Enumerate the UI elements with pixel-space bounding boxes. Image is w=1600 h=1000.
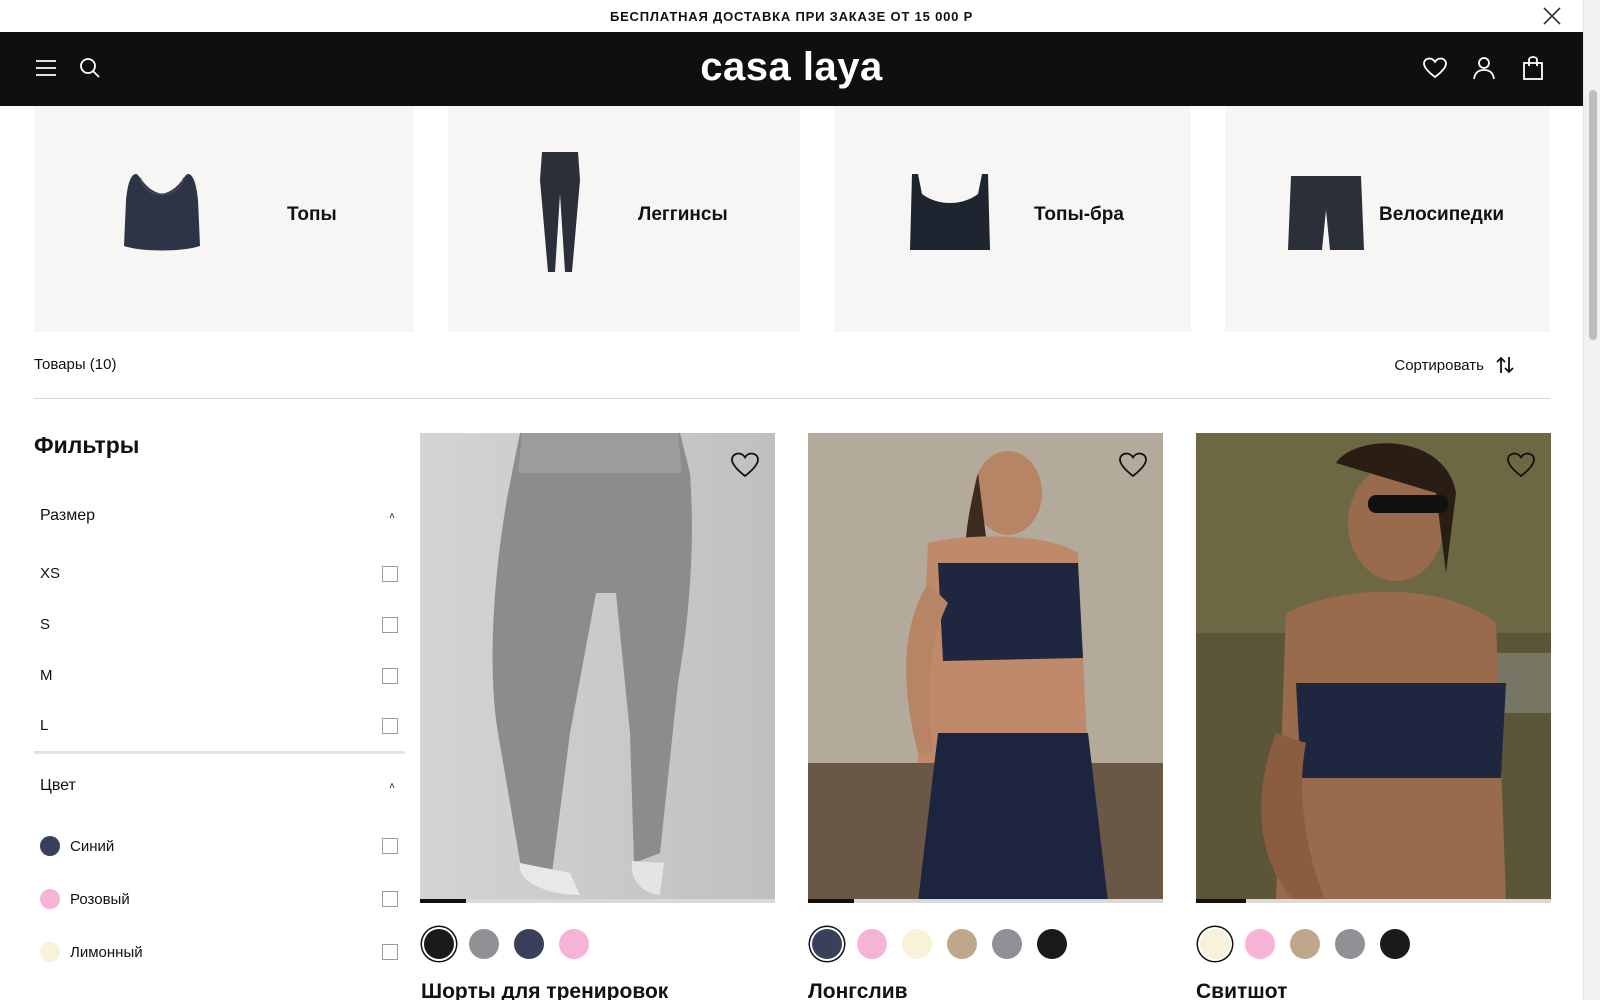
leggings-icon	[540, 152, 580, 272]
page: БЕСПЛАТНАЯ ДОСТАВКА ПРИ ЗАКАЗЕ ОТ 15 000…	[0, 0, 1600, 1000]
product-color-swatch[interactable]	[1037, 929, 1067, 959]
scrollbar-thumb[interactable]	[1589, 90, 1597, 340]
category-label: Топы	[287, 204, 337, 225]
category-label: Велосипедки	[1379, 204, 1505, 225]
filter-checkbox[interactable]	[382, 667, 398, 684]
category-tile-bike-shorts[interactable]: Велосипедки	[1225, 106, 1550, 332]
filter-option-label: XS	[40, 565, 61, 582]
filter-option-label: Розовый	[70, 890, 130, 908]
product-photo-model-bra	[808, 433, 1163, 902]
filter-group-color[interactable]: Цвет ˄	[40, 777, 395, 795]
filter-option-l[interactable]: L	[40, 717, 398, 734]
filter-option-label: Лимонный	[70, 943, 143, 961]
product-photo-model-sports-top	[1196, 433, 1551, 902]
chevron-up-icon: ˄	[389, 510, 395, 522]
filter-option-lemon[interactable]: Лимонный	[40, 942, 398, 962]
category-label: Леггинсы	[638, 204, 728, 225]
filter-option-label: L	[40, 717, 49, 734]
filter-group-label: Цвет	[40, 777, 76, 794]
sort-arrows-icon	[1496, 356, 1514, 374]
filter-checkbox[interactable]	[382, 838, 398, 854]
image-carousel-progress	[420, 899, 775, 903]
filter-group-label: Размер	[40, 507, 95, 524]
image-carousel-progress	[808, 899, 1163, 903]
product-image-3[interactable]	[1196, 433, 1551, 902]
progress-fill	[420, 899, 467, 903]
bag-icon[interactable]	[1519, 54, 1547, 82]
product-name[interactable]: Свитшот	[1196, 980, 1287, 1000]
bike-shorts-icon	[1288, 176, 1364, 250]
filter-option-label: M	[40, 667, 53, 684]
color-swatches	[424, 929, 589, 959]
filter-option-label: S	[40, 616, 51, 633]
filter-option-blue[interactable]: Синий	[40, 836, 398, 856]
product-count: Товары (10)	[34, 356, 117, 373]
category-tile-leggings[interactable]: Леггинсы	[448, 106, 800, 332]
product-name[interactable]: Шорты для тренировок	[421, 980, 668, 1000]
wishlist-heart-icon[interactable]	[729, 449, 761, 481]
product-name[interactable]: Лонгслив	[808, 980, 908, 1000]
product-color-swatch[interactable]	[1245, 929, 1275, 959]
filter-group-size[interactable]: Размер ˄	[40, 507, 395, 525]
image-carousel-progress	[1196, 899, 1551, 903]
user-icon[interactable]	[1470, 54, 1498, 82]
filter-option-xs[interactable]: XS	[40, 565, 398, 582]
product-color-swatch[interactable]	[992, 929, 1022, 959]
wishlist-heart-icon[interactable]	[1505, 449, 1537, 481]
product-color-swatch[interactable]	[1380, 929, 1410, 959]
close-icon[interactable]	[1541, 5, 1563, 27]
product-image-1[interactable]	[420, 433, 775, 902]
filter-checkbox[interactable]	[382, 717, 398, 734]
product-color-swatch[interactable]	[857, 929, 887, 959]
wishlist-heart-icon[interactable]	[1117, 449, 1149, 481]
announcement-bar: БЕСПЛАТНАЯ ДОСТАВКА ПРИ ЗАКАЗЕ ОТ 15 000…	[0, 0, 1583, 32]
filter-option-m[interactable]: M	[40, 667, 398, 684]
filter-checkbox[interactable]	[382, 616, 398, 633]
product-photo-leggings	[420, 433, 775, 902]
product-color-swatch[interactable]	[1335, 929, 1365, 959]
category-tile-tops[interactable]: Топы	[34, 106, 414, 332]
filter-group-separator	[34, 751, 405, 754]
filter-checkbox[interactable]	[382, 565, 398, 582]
product-color-swatch[interactable]	[559, 929, 589, 959]
category-tile-bra-tops[interactable]: Топы-бра	[834, 106, 1191, 332]
product-image-2[interactable]	[808, 433, 1163, 902]
product-color-swatch[interactable]	[514, 929, 544, 959]
color-swatches	[812, 929, 1067, 959]
filter-option-s[interactable]: S	[40, 616, 398, 633]
sort-label: Сортировать	[1394, 356, 1484, 374]
filter-checkbox[interactable]	[382, 944, 398, 960]
progress-fill	[808, 899, 855, 903]
sort-button[interactable]: Сортировать	[1394, 354, 1516, 376]
product-color-swatch[interactable]	[1200, 929, 1230, 959]
product-color-swatch[interactable]	[424, 929, 454, 959]
toolbar-divider	[34, 398, 1550, 399]
product-color-swatch[interactable]	[902, 929, 932, 959]
color-swatches	[1200, 929, 1410, 959]
bra-top-icon	[910, 174, 990, 250]
filter-checkbox[interactable]	[382, 891, 398, 907]
color-swatch	[40, 942, 60, 962]
product-color-swatch[interactable]	[812, 929, 842, 959]
category-label: Топы-бра	[1034, 204, 1124, 225]
progress-fill	[1196, 899, 1246, 903]
product-color-swatch[interactable]	[1290, 929, 1320, 959]
scrollbar[interactable]	[1583, 0, 1600, 1000]
filter-option-label: Синий	[70, 837, 115, 855]
product-color-swatch[interactable]	[947, 929, 977, 959]
sports-top-icon	[124, 174, 200, 251]
filter-option-pink[interactable]: Розовый	[40, 889, 398, 909]
heart-icon[interactable]	[1421, 54, 1449, 82]
logo[interactable]: casa laya	[0, 42, 1583, 92]
site-header: casa laya	[0, 32, 1583, 106]
announcement-text: БЕСПЛАТНАЯ ДОСТАВКА ПРИ ЗАКАЗЕ ОТ 15 000…	[609, 8, 974, 24]
color-swatch	[40, 889, 60, 909]
color-swatch	[40, 836, 60, 856]
chevron-up-icon: ˄	[389, 780, 395, 792]
filters-title: Фильтры	[34, 432, 140, 458]
product-color-swatch[interactable]	[469, 929, 499, 959]
